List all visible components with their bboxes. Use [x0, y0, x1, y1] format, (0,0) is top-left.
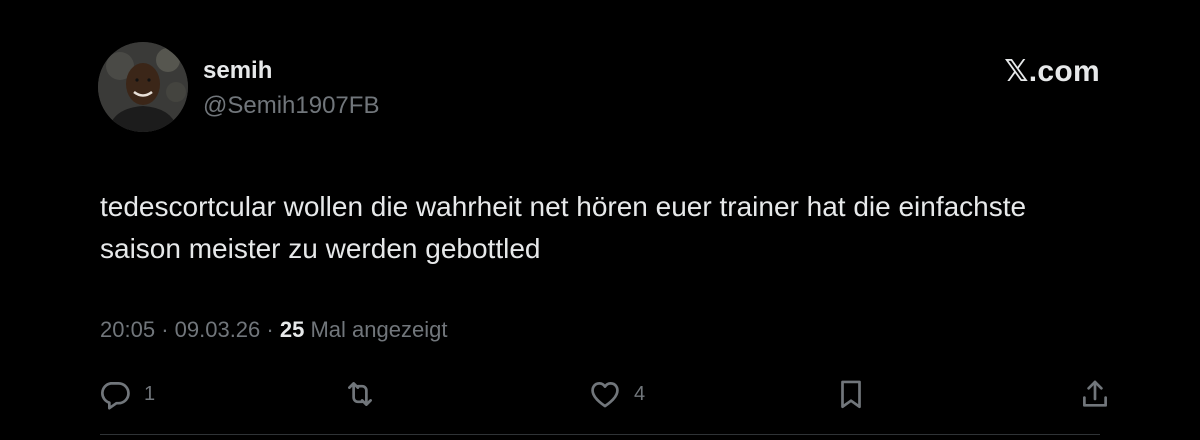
- tweet-date[interactable]: 09.03.26: [175, 317, 261, 342]
- bookmark-button[interactable]: [834, 374, 868, 414]
- author-display-name[interactable]: semih: [203, 56, 272, 86]
- tweet-time[interactable]: 20:05: [100, 317, 155, 342]
- like-count: 4: [634, 382, 646, 405]
- x-logo-text: 𝕏.com: [1004, 55, 1100, 88]
- views-count: 25: [279, 317, 305, 342]
- reply-icon: [101, 382, 130, 410]
- retweet-button[interactable]: [343, 374, 377, 414]
- bookmark-icon: [841, 380, 861, 409]
- like-button[interactable]: 4: [588, 374, 645, 414]
- share-icon: [1083, 380, 1107, 407]
- tweet-text: tedescortcular wollen die wahrheit net h…: [100, 191, 1027, 264]
- views-label: Mal angezeigt: [310, 317, 448, 342]
- action-bar: 1 4: [0, 374, 1200, 414]
- avatar[interactable]: [98, 42, 188, 132]
- bottom-divider: [100, 434, 1100, 435]
- meta-separator: ·: [266, 317, 274, 342]
- share-button[interactable]: [1078, 374, 1112, 414]
- heart-icon: [591, 382, 619, 408]
- tweet-meta: 20:05 · 09.03.26 · 25 Mal angezeigt: [100, 314, 447, 346]
- avatar-photo: [98, 42, 188, 132]
- retweet-icon: [348, 382, 372, 406]
- tweet-card: semih @Semih1907FB 𝕏.com tedescortcular …: [0, 0, 1200, 440]
- reply-count: 1: [144, 382, 156, 405]
- reply-button[interactable]: 1: [98, 374, 155, 414]
- author-handle[interactable]: @Semih1907FB: [203, 91, 379, 121]
- meta-separator: ·: [161, 317, 169, 342]
